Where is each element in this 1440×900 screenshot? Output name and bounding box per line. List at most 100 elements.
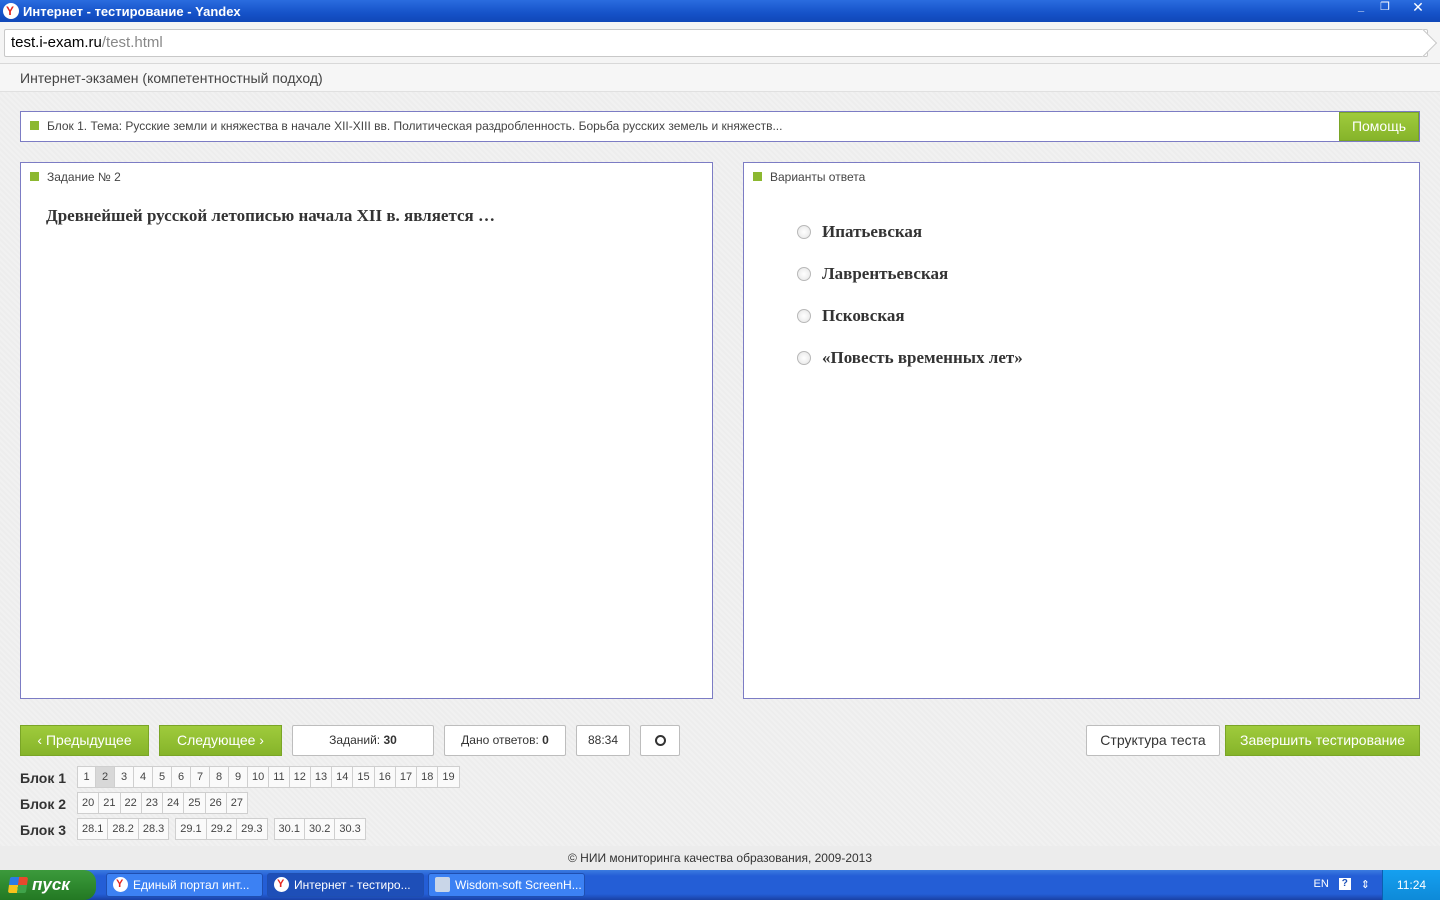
page-button[interactable]: 15 bbox=[353, 766, 375, 788]
page-button[interactable]: 13 bbox=[310, 766, 333, 788]
page-button[interactable]: 12 bbox=[289, 766, 311, 788]
minimize-button[interactable]: _ bbox=[1350, 0, 1372, 17]
page-button[interactable]: 14 bbox=[332, 766, 354, 788]
page-button[interactable]: 21 bbox=[99, 792, 121, 814]
windows-logo-icon bbox=[7, 877, 29, 893]
page-button[interactable]: 29.1 bbox=[175, 818, 207, 840]
page-group: 20 21 22 23 24 25 26 27 bbox=[77, 792, 248, 814]
taskbar-item-label: Wisdom-soft ScreenH... bbox=[455, 878, 582, 892]
question-text: Древнейшей русской летописью начала XII … bbox=[46, 206, 496, 225]
page-button[interactable]: 1 bbox=[77, 766, 96, 788]
page-button[interactable]: 10 bbox=[248, 766, 270, 788]
previous-label: Предыдущее bbox=[45, 732, 132, 748]
system-tray-icons: EN ? ⇕ bbox=[1314, 878, 1370, 891]
close-button[interactable]: ✕ bbox=[1398, 0, 1438, 17]
radio-button[interactable] bbox=[797, 309, 811, 323]
page-button[interactable]: 30.1 bbox=[273, 818, 305, 840]
page-group: 1 2 3 4 5 6 7 8 9 10 11 12 13 14 15 16 17 18 19 bbox=[77, 766, 460, 788]
answer-option[interactable]: Ипатьевская bbox=[797, 222, 922, 242]
taskbar-item-label: Единый портал инт... bbox=[133, 878, 250, 892]
page-button[interactable]: 22 bbox=[120, 792, 142, 814]
page-button[interactable]: 18 bbox=[417, 766, 439, 788]
radio-button[interactable] bbox=[797, 267, 811, 281]
block-1-pages: 1 2 3 4 5 6 7 8 9 10 11 12 13 14 15 16 17 18 19 bbox=[77, 766, 460, 788]
block-3-label: Блок 3 bbox=[20, 822, 67, 838]
tasks-count: Заданий: 30 bbox=[292, 725, 434, 756]
page-button[interactable]: 30.3 bbox=[335, 818, 366, 840]
screenshot-app-icon bbox=[435, 877, 450, 892]
block-2-label: Блок 2 bbox=[20, 796, 67, 812]
chevron-left-icon: ‹ bbox=[37, 732, 46, 748]
block-topic-bar: Блок 1. Тема: Русские земли и княжества … bbox=[20, 111, 1420, 142]
window-controls: _ ❐ ✕ bbox=[1348, 0, 1438, 17]
green-square-icon bbox=[30, 172, 39, 181]
yandex-browser-icon bbox=[3, 3, 19, 19]
block-2-pages: 20 21 22 23 24 25 26 27 bbox=[77, 792, 248, 814]
finish-test-button[interactable]: Завершить тестирование bbox=[1225, 725, 1420, 756]
timer: 88:34 bbox=[576, 725, 630, 756]
answer-option[interactable]: Лаврентьевская bbox=[797, 264, 948, 284]
exam-title: Интернет-экзамен (компетентностный подхо… bbox=[20, 70, 323, 86]
next-label: Следующее bbox=[177, 732, 256, 748]
page-button[interactable]: 29.3 bbox=[237, 818, 268, 840]
answered-count: Дано ответов: 0 bbox=[444, 725, 566, 756]
help-button[interactable]: Помощь bbox=[1339, 112, 1419, 141]
page-button[interactable]: 28.2 bbox=[108, 818, 139, 840]
window-titlebar: Интернет - тестирование - Yandex _ ❐ ✕ bbox=[0, 0, 1440, 22]
answered-value: 0 bbox=[542, 733, 549, 747]
page-button[interactable]: 25 bbox=[184, 792, 206, 814]
start-label: пуск bbox=[32, 875, 70, 894]
page-button[interactable]: 23 bbox=[141, 792, 163, 814]
help-icon[interactable]: ? bbox=[1338, 878, 1351, 890]
url-path: /test.html bbox=[101, 34, 163, 51]
page-button[interactable]: 8 bbox=[210, 766, 229, 788]
page-group: 29.1 29.2 29.3 bbox=[175, 818, 268, 840]
page-group: 30.1 30.2 30.3 bbox=[273, 818, 366, 840]
next-button[interactable]: Следующее › bbox=[159, 725, 282, 756]
previous-button[interactable]: ‹ Предыдущее bbox=[20, 725, 149, 756]
tasks-value: 30 bbox=[383, 733, 397, 747]
page-button[interactable]: 28.3 bbox=[138, 818, 170, 840]
exam-page: Блок 1. Тема: Русские земли и княжества … bbox=[0, 92, 1440, 846]
page-button[interactable]: 26 bbox=[205, 792, 227, 814]
clock-icon bbox=[654, 735, 666, 747]
taskbar-item[interactable]: Единый портал инт... bbox=[106, 873, 263, 897]
answer-option[interactable]: Псковская bbox=[797, 306, 905, 326]
page-button[interactable]: 11 bbox=[269, 766, 290, 788]
question-panel: Задание № 2 Древнейшей русской летописью… bbox=[20, 162, 713, 699]
taskbar-item-active[interactable]: Интернет - тестиро... bbox=[267, 873, 424, 897]
page-button[interactable]: 16 bbox=[374, 766, 396, 788]
url-field[interactable]: test.i-exam.ru/test.html bbox=[4, 28, 1438, 58]
test-structure-button[interactable]: Структура теста bbox=[1086, 725, 1220, 756]
page-button[interactable]: 3 bbox=[115, 766, 134, 788]
page-button[interactable]: 17 bbox=[395, 766, 418, 788]
answers-title: Варианты ответа bbox=[770, 170, 866, 184]
green-square-icon bbox=[753, 172, 762, 181]
answered-label: Дано ответов: bbox=[461, 733, 539, 747]
taskbar: пуск Единый портал инт... Интернет - тес… bbox=[0, 870, 1440, 900]
answer-option[interactable]: «Повесть временных лет» bbox=[797, 348, 1023, 368]
page-button[interactable]: 20 bbox=[77, 792, 100, 814]
page-button[interactable]: 29.2 bbox=[206, 818, 238, 840]
clock-button[interactable] bbox=[640, 725, 680, 756]
page-button[interactable]: 5 bbox=[153, 766, 172, 788]
radio-button[interactable] bbox=[797, 351, 811, 365]
page-button[interactable]: 28.1 bbox=[77, 818, 109, 840]
volume-icon[interactable]: ⇕ bbox=[1361, 878, 1370, 891]
yandex-browser-icon bbox=[113, 877, 128, 892]
start-button[interactable]: пуск bbox=[0, 870, 96, 900]
page-button[interactable]: 27 bbox=[226, 792, 248, 814]
restore-button[interactable]: ❐ bbox=[1374, 0, 1396, 17]
page-button[interactable]: 24 bbox=[163, 792, 185, 814]
radio-button[interactable] bbox=[797, 225, 811, 239]
page-button[interactable]: 30.2 bbox=[304, 818, 336, 840]
language-indicator[interactable]: EN bbox=[1314, 878, 1329, 891]
taskbar-item[interactable]: Wisdom-soft ScreenH... bbox=[428, 873, 585, 897]
page-button[interactable]: 4 bbox=[134, 766, 153, 788]
page-button[interactable]: 6 bbox=[172, 766, 191, 788]
page-button[interactable]: 7 bbox=[191, 766, 210, 788]
block-topic-text: Блок 1. Тема: Русские земли и княжества … bbox=[47, 119, 783, 133]
page-button[interactable]: 9 bbox=[229, 766, 248, 788]
page-button[interactable]: 2 bbox=[96, 766, 115, 788]
page-button[interactable]: 19 bbox=[438, 766, 460, 788]
